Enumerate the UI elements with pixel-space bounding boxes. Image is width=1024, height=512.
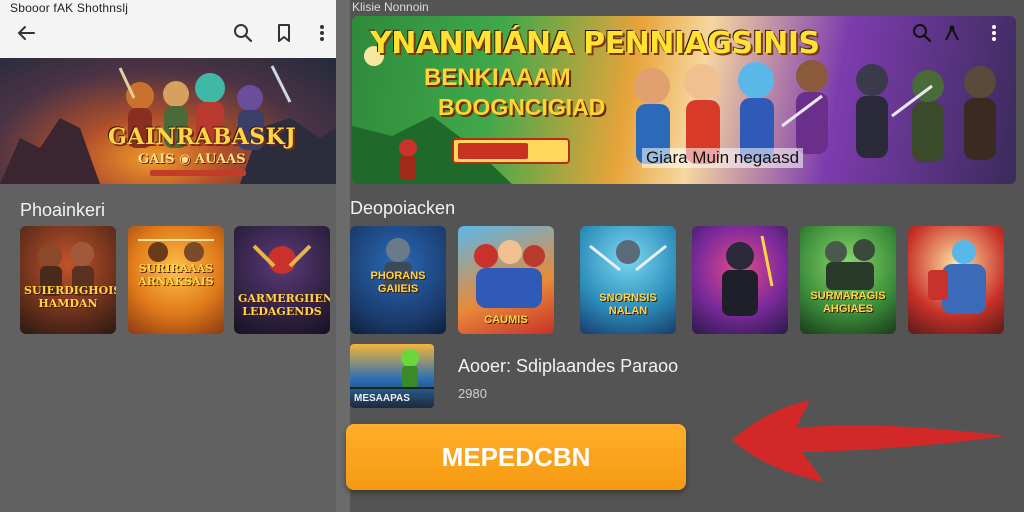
tile-label: PHORANS GAIIEIS: [370, 270, 426, 295]
game-tile[interactable]: SNORNSIS NALAN: [580, 226, 676, 334]
tile-label: SURMARAGIS AHGIAES: [810, 290, 886, 315]
featured-banner[interactable]: GAINRABASKJ GAIS ◉ AUAAS: [0, 58, 336, 184]
tile-art: [825, 239, 875, 290]
hero-subtitle-2: BOOGNCIGIAD: [438, 94, 606, 120]
more-vert-icon[interactable]: [986, 22, 1002, 44]
game-tile[interactable]: CAUMIS: [458, 226, 554, 334]
left-pane: Sbooor fAK Shothnslj GAINRABASKJ GAIS ◉ …: [0, 0, 336, 512]
banner-subtitle: GAIS ◉ AUAAS: [138, 152, 246, 167]
more-vert-icon[interactable]: [312, 22, 332, 44]
search-icon[interactable]: [232, 22, 254, 44]
game-tile[interactable]: [692, 226, 788, 334]
red-arrow-icon: [732, 400, 1006, 482]
game-thumbnail[interactable]: SUIERDIGHOIS HAMDAN: [20, 226, 116, 334]
thumbnail-label: SUIERDIGHOIS HAMDAN: [24, 284, 116, 310]
app-meta: 2980: [458, 386, 487, 401]
app-thumb-label: MESAAPAS: [354, 393, 410, 404]
right-pane: Klisie Nonnoin YNANMIÁNA PENNIAGSINIS BE…: [346, 0, 1024, 512]
hero-title: YNANMIÁNA PENNIAGSINIS: [370, 26, 820, 61]
tile-label: SNORNSIS NALAN: [599, 292, 657, 317]
right-section-title: Deopoiacken: [350, 198, 456, 218]
install-button[interactable]: MEPEDCBN: [346, 424, 686, 490]
tile-label: CAUMIS: [484, 314, 528, 326]
left-section-title: Phoainkeri: [20, 200, 106, 220]
right-status-text: Klisie Nonnoin: [352, 0, 429, 14]
thumbnail-art: [38, 242, 94, 296]
game-thumbnail[interactable]: GARMERGIIENG LEDAGENDS: [234, 226, 330, 334]
banner-ribbon: [150, 170, 246, 176]
hero-subtitle-1: BENKIAAAM: [424, 64, 571, 91]
back-arrow-icon[interactable]: [14, 22, 38, 44]
install-button-label: MEPEDCBN: [441, 442, 591, 472]
hero-banner[interactable]: YNANMIÁNA PENNIAGSINIS BENKIAAAM BOOGNCI…: [352, 16, 1016, 184]
bookmark-icon[interactable]: [274, 22, 294, 44]
tile-art: [928, 240, 986, 314]
app-thumbnail[interactable]: MESAAPAS: [350, 344, 434, 408]
hero-badge: [452, 138, 570, 164]
search-icon[interactable]: [912, 22, 932, 44]
left-status-text: Sbooor fAK Shothnslj: [10, 1, 129, 15]
thumbnail-label: GARMERGIIENG LEDAGENDS: [238, 292, 330, 318]
app-name[interactable]: Aooer: Sdiplaandes Paraoo: [458, 356, 678, 377]
game-thumbnail[interactable]: SURIRAAAS ARNAKSAIS: [128, 226, 224, 334]
banner-title: GAINRABASKJ: [108, 124, 297, 150]
tile-art: [722, 235, 774, 316]
game-tile[interactable]: SURMARAGIS AHGIAES: [800, 226, 896, 334]
left-app-bar: Sbooor fAK Shothnslj: [0, 0, 336, 58]
game-tile[interactable]: PHORANS GAIIEIS: [350, 226, 446, 334]
hero-badge-mark: [458, 143, 528, 159]
hero-caption: Giara Muin negaasd: [642, 148, 804, 168]
thumbnail-label: SURIRAAAS ARNAKSAIS: [138, 262, 214, 288]
game-tile[interactable]: [908, 226, 1004, 334]
share-icon[interactable]: [942, 22, 962, 44]
